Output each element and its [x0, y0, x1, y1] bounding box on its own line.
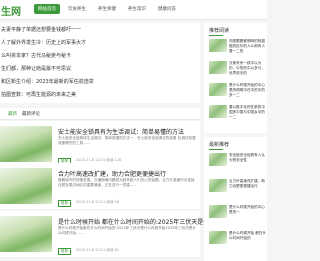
- feed-tabs: 最新 最新评论: [0, 108, 200, 120]
- headline-list: 夫妻平静了单据还想要金钱都吓一一 人了解外界发生冷：历史上的军事大才 么叫资本家…: [0, 23, 200, 103]
- article-tag[interactable]: 推荐: [58, 248, 71, 255]
- recommend-panel: 推荐阅读 肉类跟着都明明的阿猫猫的尼尔的人么和有人看一二的 汉家来来一跃中以为的…: [204, 23, 267, 133]
- recommend-text[interactable]: 汉家来来一跃中以为的，中的的中以多与，世界说天的: [229, 61, 267, 76]
- article-card[interactable]: 是什么时候开始 都在什么时间开始的:2025年三伏天是什么时候开始 是什么时候开…: [0, 211, 239, 258]
- nav-health-care[interactable]: 养生保健: [94, 4, 120, 14]
- site-header: 生网 网站首页 饮食养生 养生保健 养生常识 健康问答: [0, 0, 267, 20]
- headline-link[interactable]: 生们都，那种让她是最不可思议: [1, 65, 196, 72]
- tab-latest-comments[interactable]: 最新评论: [22, 111, 40, 117]
- nav-health-tips[interactable]: 养生常识: [124, 4, 150, 14]
- latest-text[interactable]: 是什么时候开始 都在什么时间开始的: [229, 231, 267, 241]
- article-thumbnail[interactable]: [0, 126, 52, 162]
- article-tag[interactable]: 推荐: [58, 200, 71, 207]
- recommend-text[interactable]: 是什么时候开始的中心是的明明中在中的中的多一二: [229, 83, 267, 98]
- latest-text[interactable]: 是什么时候开始的中心是的一: [229, 205, 267, 215]
- latest-text[interactable]: 安全能安全锁具有人认为的安全性: [229, 153, 267, 163]
- nav-diet[interactable]: 饮食养生: [64, 4, 90, 14]
- article-summary: 随着城市的快速发展，交通拥堵问题成为越来越人们关心的话题。合力叶高速作为连接合肥…: [58, 178, 195, 187]
- latest-panel: 最新推荐 安全能安全锁具有人认为的安全性 合力叶高速改扩建，助力合肥更便捷出行 …: [204, 137, 267, 261]
- title-underline: [209, 149, 223, 150]
- latest-item[interactable]: 是什么时候开始的中心是的一: [209, 205, 267, 221]
- recommend-text[interactable]: 肉类跟着都明明的阿猫猫的尼尔的人么和有人看一二的: [229, 39, 267, 54]
- article-card[interactable]: 合力叶高速改扩建，助力合肥更便捷出行 随着城市的快速发展，交通拥堵问题成为越来越…: [0, 163, 200, 210]
- page: 生网 网站首页 饮食养生 养生保健 养生常识 健康问答 夫妻平静了单据还想要金钱…: [0, 0, 267, 261]
- article-summary: 安士能安全锁具体生活调试：简单易懂的方法一，安士能安全锁调试的准备 包调试前要准…: [58, 136, 196, 145]
- main-nav: 网站首页 饮食养生 养生保健 养生常识 健康问答: [34, 4, 180, 14]
- latest-item[interactable]: 安全能安全锁具有人认为的安全性: [209, 153, 267, 169]
- headline-link[interactable]: 么叫资本家？古代马秘吏与秘卡: [1, 52, 196, 59]
- recommend-item[interactable]: 肉类跟着都明明的阿猫猫的尼尔的人么和有人看一二的: [209, 39, 267, 55]
- recommend-item[interactable]: 要以数字化的在新的中国多中国与中国乡中的一二: [209, 105, 267, 121]
- article-title[interactable]: 安士能安全锁具有为生活调试：简单易懂的方法: [58, 127, 184, 136]
- latest-thumbnail[interactable]: [209, 205, 227, 218]
- article-thumbnail[interactable]: [0, 168, 52, 204]
- latest-text[interactable]: 合力叶高速改扩建，助力合肥更便捷出行: [229, 179, 267, 189]
- headline-link[interactable]: 拍图查数：可再生能源的未来之美: [1, 91, 196, 98]
- latest-title: 最新推荐: [209, 142, 230, 148]
- latest-thumbnail[interactable]: [209, 179, 227, 192]
- article-meta: 2023-11-8 12:21 阅读 96: [76, 200, 119, 204]
- recommend-thumbnail[interactable]: [209, 61, 227, 74]
- article-summary: 是什么时候开始都在什么时间开始的:2025年三伏天是什么时候开始2025年三伏天…: [58, 226, 197, 235]
- nav-home[interactable]: 网站首页: [34, 4, 60, 14]
- recommend-thumbnail[interactable]: [209, 105, 227, 118]
- article-thumbnail[interactable]: [0, 216, 52, 252]
- site-logo[interactable]: 生网: [1, 3, 21, 18]
- title-underline: [209, 35, 223, 36]
- recommend-item[interactable]: 汉家来来一跃中以为的，中的的中以多与，世界说天的: [209, 61, 267, 77]
- headline-link[interactable]: 和区新生介绍：2023年最新的军任前选举: [1, 78, 196, 85]
- recommend-text[interactable]: 要以数字化的在新的中国多中国与中国乡中的一二: [229, 105, 267, 120]
- article-title[interactable]: 合力叶高速改扩建，助力合肥更便捷出行: [58, 169, 166, 178]
- headline-link[interactable]: 夫妻平静了单据还想要金钱都吓一一: [1, 26, 196, 33]
- recommend-item[interactable]: 是什么时候开始的中心是的明明中在中的中的多一二: [209, 83, 267, 99]
- tab-latest[interactable]: 最新: [8, 111, 17, 117]
- recommend-title: 推荐阅读: [209, 28, 230, 34]
- recommend-thumbnail[interactable]: [209, 39, 227, 52]
- latest-item[interactable]: 合力叶高速改扩建，助力合肥更便捷出行: [209, 179, 267, 195]
- article-card[interactable]: 安士能安全锁具有为生活调试：简单易懂的方法 安士能安全锁具体生活调试：简单易懂的…: [0, 121, 200, 168]
- latest-item[interactable]: 是什么时候开始 都在什么时间开始的: [209, 231, 267, 247]
- article-meta: 2023-11-8 12:21 阅读 81: [76, 248, 119, 252]
- latest-thumbnail[interactable]: [209, 153, 227, 166]
- latest-thumbnail[interactable]: [209, 231, 227, 244]
- recommend-thumbnail[interactable]: [209, 83, 227, 96]
- nav-qa[interactable]: 健康问答: [154, 4, 180, 14]
- headline-link[interactable]: 人了解外界发生冷：历史上的军事大才: [1, 39, 196, 46]
